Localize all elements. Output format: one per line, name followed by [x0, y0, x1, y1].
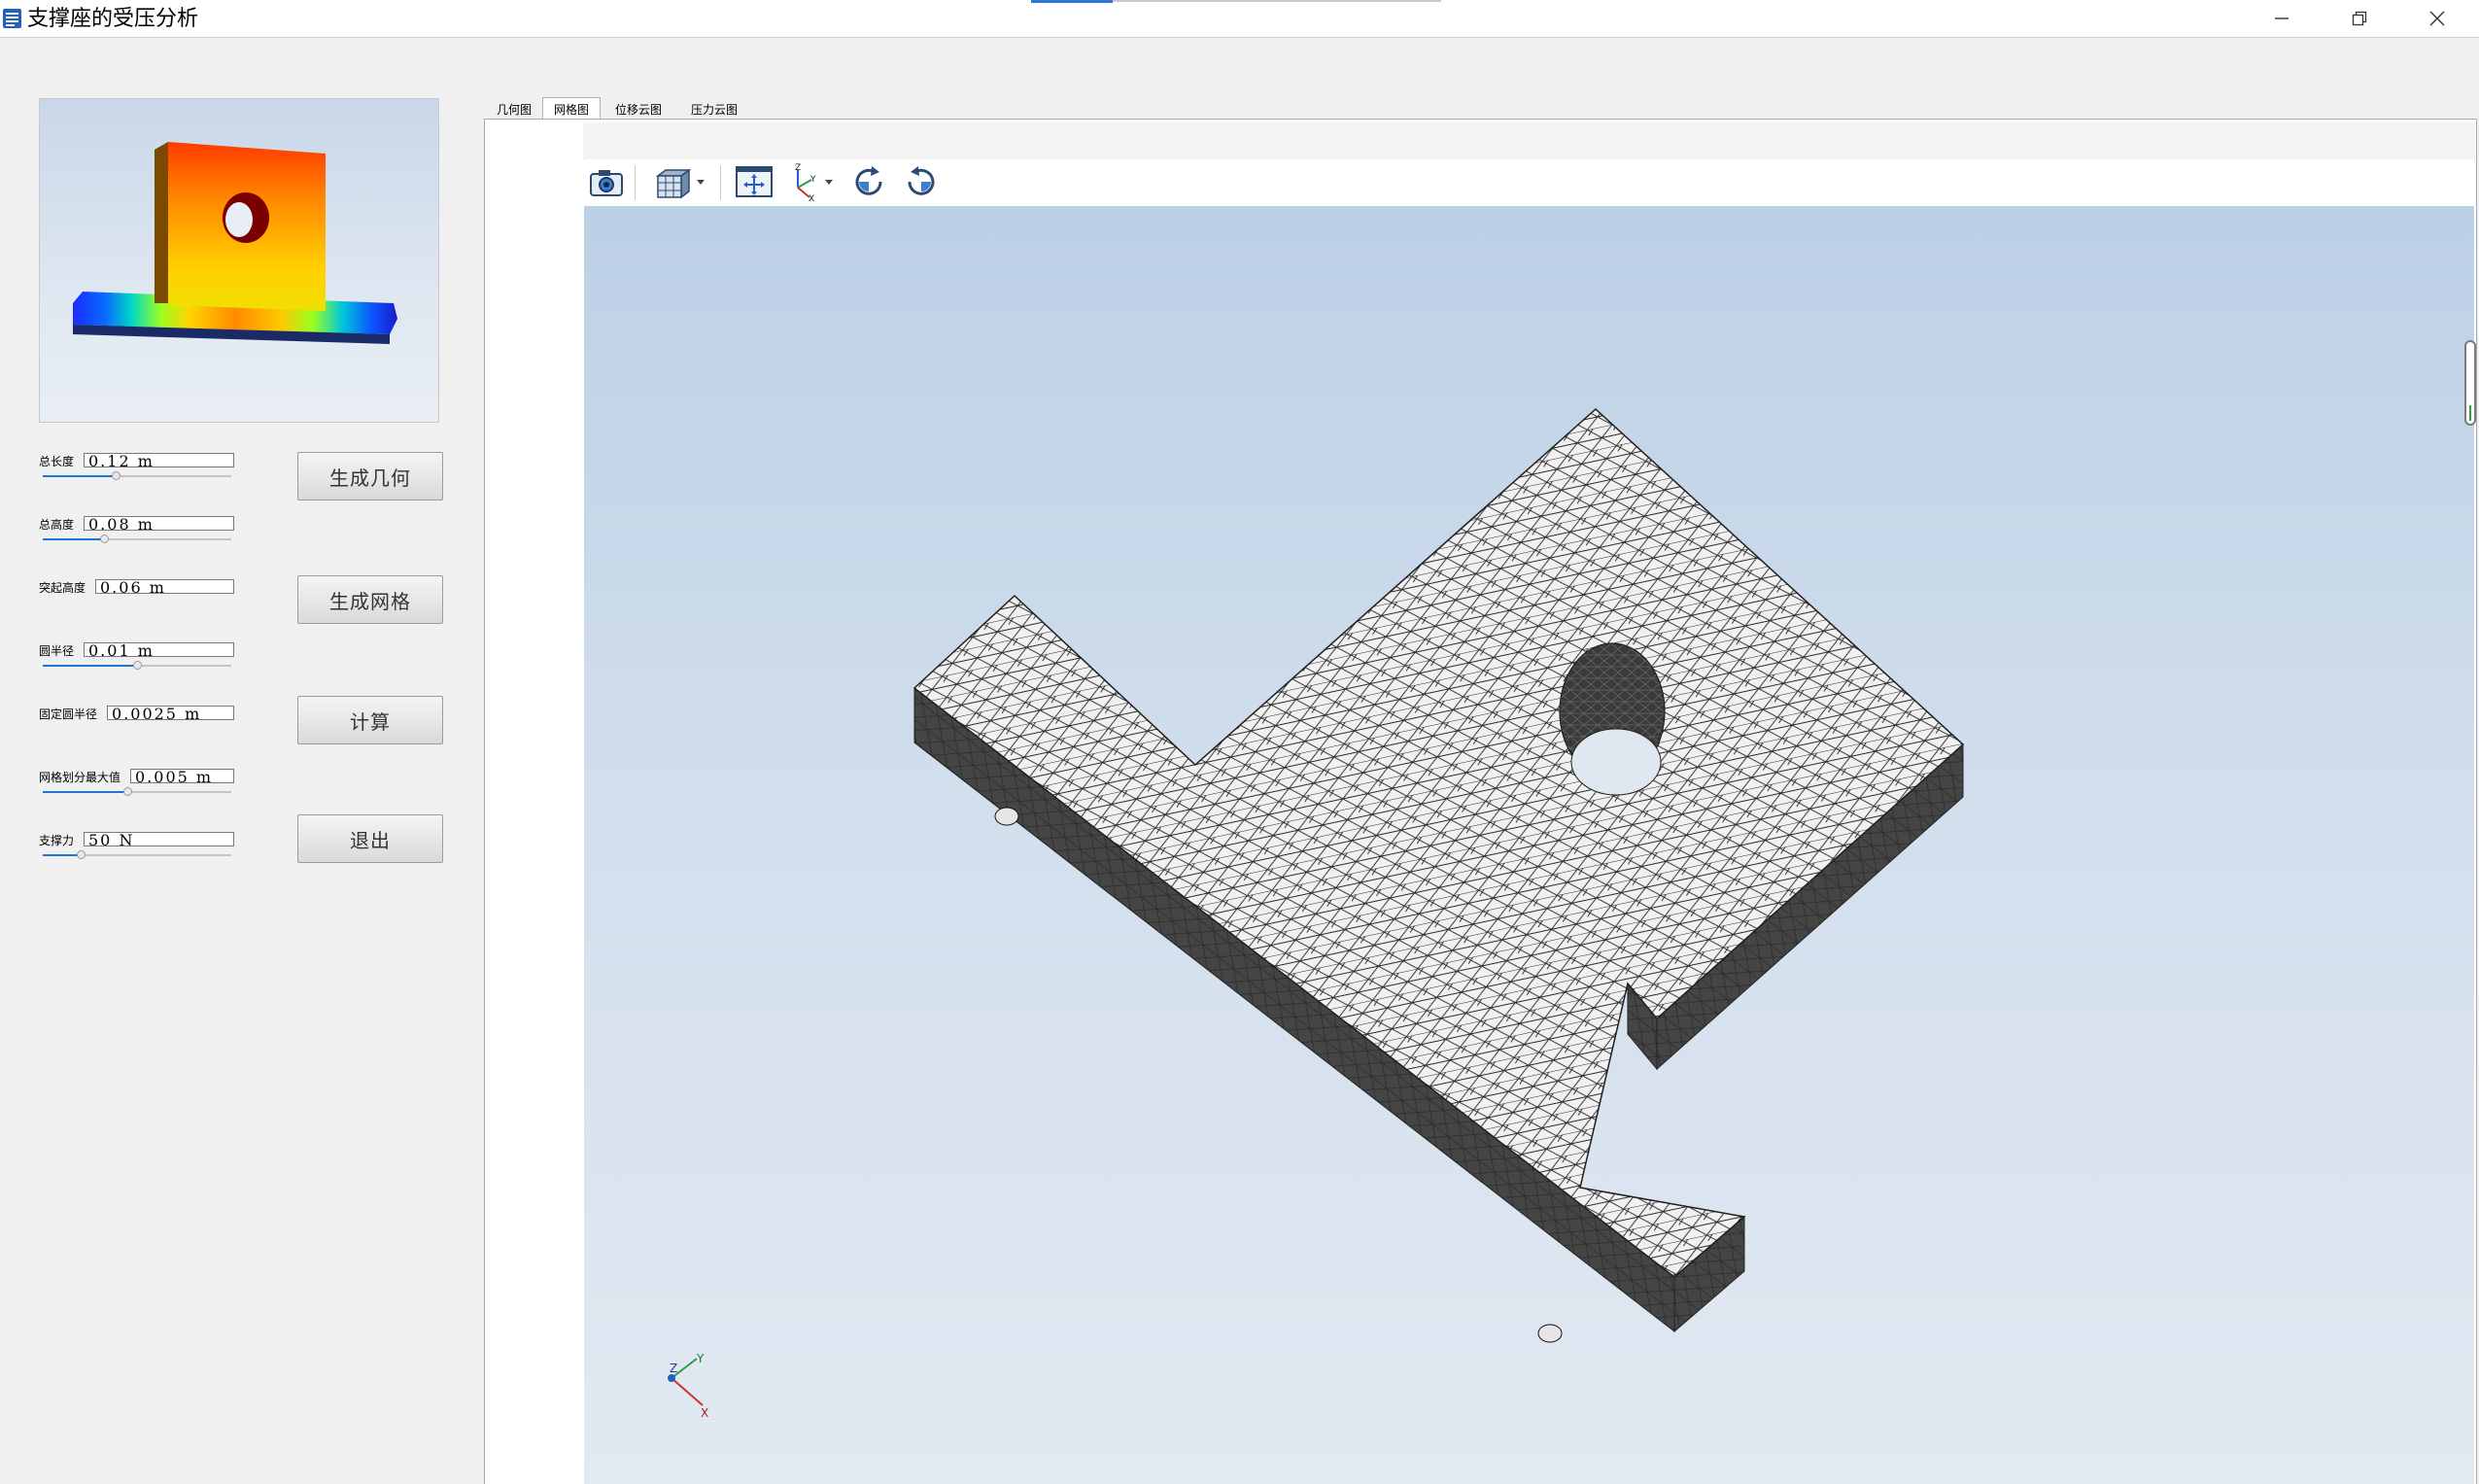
mesh-max-size-field[interactable]: 0.005 m — [130, 769, 234, 783]
slider-fill — [43, 791, 128, 793]
tab-geometry[interactable]: 几何图 — [488, 100, 540, 120]
axis-triad: Z Y X — [668, 1352, 708, 1420]
compute-button[interactable]: 计算 — [297, 696, 443, 744]
fit-all-button[interactable] — [732, 162, 776, 201]
param-label-mesh-max-size: 网格划分最大值 — [39, 771, 121, 784]
slider-thumb[interactable] — [77, 850, 86, 859]
close-icon — [2429, 11, 2445, 26]
axis-label-x: X — [701, 1406, 708, 1420]
param-label-fixed-circle-radius: 固定圆半径 — [39, 707, 98, 721]
param-label-support-force: 支撑力 — [39, 834, 75, 847]
total-height-slider[interactable] — [43, 534, 231, 545]
rotate-cw-icon — [855, 166, 882, 195]
slider-thumb[interactable] — [100, 535, 109, 543]
rotate-counterclockwise-button[interactable] — [899, 162, 944, 201]
total-length-field[interactable]: 0.12 m — [84, 453, 234, 467]
title-accent-bar-secondary — [1113, 0, 1441, 2]
slider-fill — [43, 475, 117, 477]
minimize-icon — [2275, 17, 2289, 19]
slider-thumb[interactable] — [112, 471, 121, 480]
circle-radius-slider[interactable] — [43, 660, 231, 672]
param-label-circle-radius: 圆半径 — [39, 644, 75, 658]
viewer-header-strip — [583, 122, 2475, 160]
param-label-total-height: 总高度 — [39, 518, 75, 532]
mesh-max-size-slider[interactable] — [43, 786, 231, 798]
title-bar: 支撑座的受压分析 — [0, 0, 2479, 38]
toolbar-separator — [635, 165, 636, 200]
fit-all-icon — [736, 166, 773, 197]
display-mode-cube-icon — [655, 168, 705, 199]
svg-text:X: X — [809, 194, 814, 201]
window-title: 支撑座的受压分析 — [27, 7, 199, 31]
chevron-down-icon — [697, 180, 705, 185]
total-length-slider[interactable] — [43, 470, 231, 482]
toolbar-separator — [720, 165, 721, 200]
slider-fill — [43, 854, 82, 856]
app-icon — [3, 9, 21, 28]
param-label-protrusion-height: 突起高度 — [39, 581, 86, 595]
axis-label-z: Z — [670, 1362, 677, 1375]
axis-view-dropdown[interactable]: Z Y X — [782, 162, 841, 204]
mesh-viewport[interactable]: Z Y X — [584, 206, 2474, 1484]
tab-pressure-contour[interactable]: 压力云图 — [680, 100, 748, 120]
stress-preview-image — [39, 98, 439, 423]
tab-displacement-contour[interactable]: 位移云图 — [604, 100, 672, 120]
restore-button[interactable] — [2321, 0, 2398, 37]
support-seat-preview-icon — [73, 142, 397, 344]
minimize-button[interactable] — [2243, 0, 2321, 37]
axis-view-icon: Z Y X — [795, 163, 833, 204]
slider-fill — [43, 665, 138, 667]
display-mode-dropdown[interactable] — [652, 162, 710, 201]
svg-text:Y: Y — [809, 175, 816, 185]
mesh-model-graphic[interactable]: Z Y X — [584, 206, 2474, 1484]
slider-fill — [43, 538, 105, 540]
slider-thumb[interactable] — [133, 661, 142, 670]
title-accent-bar — [1031, 0, 1113, 3]
rotate-ccw-icon — [908, 166, 935, 195]
param-label-total-length: 总长度 — [39, 455, 75, 468]
generate-mesh-button[interactable]: 生成网格 — [297, 575, 443, 624]
circle-radius-field[interactable]: 0.01 m — [84, 642, 234, 657]
viewer-scroll-indicator[interactable] — [2464, 340, 2476, 426]
exit-button[interactable]: 退出 — [297, 814, 443, 863]
axis-label-y: Y — [696, 1352, 705, 1365]
fixed-circle-radius-field[interactable]: 0.0025 m — [107, 706, 234, 720]
slider-thumb[interactable] — [123, 787, 132, 796]
camera-icon — [590, 170, 623, 196]
screenshot-button[interactable] — [584, 162, 629, 201]
generate-geometry-button[interactable]: 生成几何 — [297, 452, 443, 500]
support-force-slider[interactable] — [43, 849, 231, 861]
protrusion-height-field[interactable]: 0.06 m — [95, 579, 234, 594]
total-height-field[interactable]: 0.08 m — [84, 516, 234, 531]
viewer-toolbar: Z Y X — [584, 159, 2474, 207]
close-button[interactable] — [2398, 0, 2476, 37]
rotate-clockwise-button[interactable] — [846, 162, 891, 201]
svg-text:Z: Z — [795, 163, 801, 173]
chevron-down-icon — [825, 180, 833, 185]
support-force-field[interactable]: 50 N — [84, 832, 234, 846]
restore-icon — [2352, 11, 2367, 26]
